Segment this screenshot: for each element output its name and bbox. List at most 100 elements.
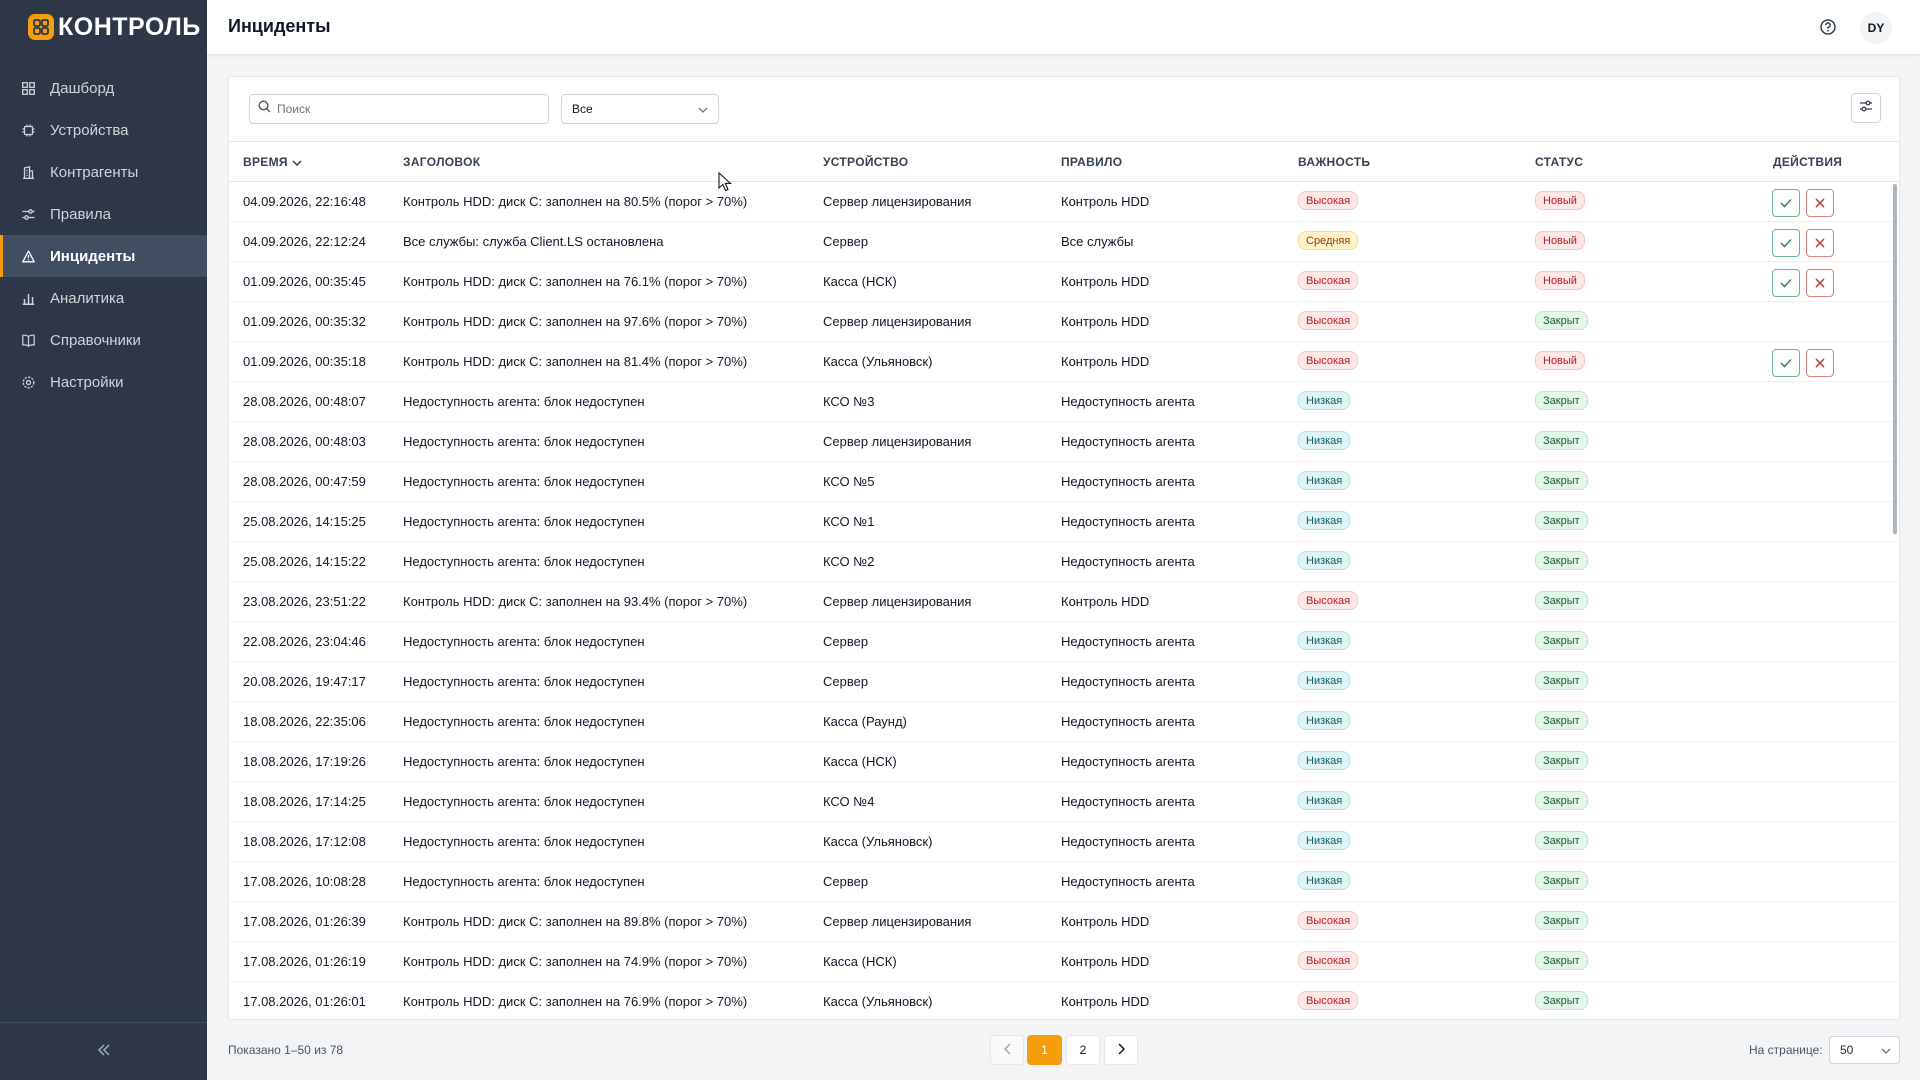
incident-device: Сервер — [823, 634, 869, 649]
search-box[interactable] — [249, 94, 549, 124]
page-2-button[interactable]: 2 — [1066, 1035, 1100, 1065]
status-filter-select[interactable]: Все — [561, 94, 719, 124]
incident-title: Контроль HDD: диск C: заполнен на 93.4% … — [403, 594, 748, 609]
table-row[interactable]: 17.08.2026, 01:26:19 Контроль HDD: диск C… — [229, 942, 1899, 982]
prev-page-button[interactable] — [990, 1035, 1024, 1065]
incident-time: 28.08.2026, 00:48:03 — [243, 434, 366, 449]
table-scrollbar[interactable] — [1893, 184, 1897, 534]
logo-icon — [28, 14, 54, 40]
table-row[interactable]: 01.09.2026, 00:35:32 Контроль HDD: диск C… — [229, 302, 1899, 342]
table-row[interactable]: 25.08.2026, 14:15:25 Недоступность агента… — [229, 502, 1899, 542]
sidebar-item-label: Настройки — [50, 373, 124, 391]
incident-time: 01.09.2026, 00:35:32 — [243, 314, 366, 329]
table-row[interactable]: 18.08.2026, 17:14:25 Недоступность агента… — [229, 782, 1899, 822]
status-badge: Закрыт — [1535, 911, 1588, 930]
severity-badge: Высокая — [1298, 191, 1359, 210]
table-row[interactable]: 22.08.2026, 23:04:46 Недоступность агента… — [229, 622, 1899, 662]
search-input[interactable] — [277, 102, 537, 116]
incident-time: 28.08.2026, 00:48:07 — [243, 394, 366, 409]
table-row[interactable]: 20.08.2026, 19:47:17 Недоступность агента… — [229, 662, 1899, 702]
sidebar-item-4[interactable]: Правила — [0, 193, 207, 235]
user-avatar[interactable]: DY — [1860, 12, 1892, 44]
sliders-icon — [22, 208, 35, 221]
table-row[interactable]: 18.08.2026, 17:12:08 Недоступность агента… — [229, 822, 1899, 862]
severity-badge: Высокая — [1298, 351, 1359, 370]
per-page-select[interactable]: 50 — [1829, 1036, 1900, 1064]
incident-title: Недоступность агента: блок недоступен — [403, 834, 645, 849]
sidebar-item-1[interactable]: Дашборд — [0, 67, 207, 109]
sidebar-item-2[interactable]: Устройства — [0, 109, 207, 151]
incident-rule: Недоступность агента — [1061, 794, 1195, 809]
incident-device: Сервер лицензирования — [823, 314, 972, 329]
severity-badge: Высокая — [1298, 951, 1359, 970]
severity-badge: Низкая — [1298, 511, 1351, 530]
status-badge: Новый — [1535, 271, 1585, 290]
status-badge: Закрыт — [1535, 591, 1588, 610]
sidebar-item-6[interactable]: Аналитика — [0, 277, 207, 319]
table-row[interactable]: 17.08.2026, 01:26:01 Контроль HDD: диск C… — [229, 982, 1899, 1019]
incident-device: Касса (Ульяновск) — [823, 834, 933, 849]
incident-rule: Контроль HDD — [1061, 914, 1150, 929]
incident-time: 04.09.2026, 22:12:24 — [243, 234, 366, 249]
dismiss-incident-button[interactable] — [1806, 189, 1834, 217]
table-row[interactable]: 28.08.2026, 00:48:07 Недоступность агента… — [229, 382, 1899, 422]
resolve-incident-button[interactable] — [1772, 269, 1800, 297]
resolve-incident-button[interactable] — [1772, 229, 1800, 257]
table-row[interactable]: 01.09.2026, 00:35:45 Контроль HDD: диск C… — [229, 262, 1899, 302]
book-icon — [22, 334, 35, 347]
severity-badge: Низкая — [1298, 751, 1351, 770]
table-settings-button[interactable] — [1851, 93, 1881, 123]
severity-badge: Низкая — [1298, 431, 1351, 450]
chevron-right-icon — [1117, 1042, 1125, 1058]
sidebar-item-label: Справочники — [50, 331, 141, 349]
status-badge: Закрыт — [1535, 951, 1588, 970]
table-row[interactable]: 25.08.2026, 14:15:22 Недоступность агента… — [229, 542, 1899, 582]
help-circle-icon[interactable] — [1819, 18, 1837, 36]
close-icon — [1815, 196, 1825, 211]
page-1-button[interactable]: 1 — [1027, 1035, 1062, 1065]
incident-title: Контроль HDD: диск C: заполнен на 74.9% … — [403, 954, 748, 969]
sidebar-item-7[interactable]: Справочники — [0, 319, 207, 361]
status-badge: Закрыт — [1535, 311, 1588, 330]
dismiss-incident-button[interactable] — [1806, 349, 1834, 377]
dismiss-incident-button[interactable] — [1806, 269, 1834, 297]
table-row[interactable]: 18.08.2026, 17:19:26 Недоступность агента… — [229, 742, 1899, 782]
incident-rule: Контроль HDD — [1061, 594, 1150, 609]
dismiss-incident-button[interactable] — [1806, 229, 1834, 257]
table-row[interactable]: 18.08.2026, 22:35:06 Недоступность агента… — [229, 702, 1899, 742]
table-row[interactable]: 17.08.2026, 01:26:39 Контроль HDD: диск C… — [229, 902, 1899, 942]
sidebar-item-label: Дашборд — [50, 79, 115, 97]
table-row[interactable]: 28.08.2026, 00:47:59 Недоступность агента… — [229, 462, 1899, 502]
incident-device: КСО №1 — [823, 514, 875, 529]
per-page-label: На странице: — [1749, 1043, 1823, 1057]
incident-time: 23.08.2026, 23:51:22 — [243, 594, 366, 609]
table-row[interactable]: 17.08.2026, 10:08:28 Недоступность агента… — [229, 862, 1899, 902]
check-icon — [1780, 276, 1792, 291]
table-row[interactable]: 28.08.2026, 00:48:03 Недоступность агента… — [229, 422, 1899, 462]
severity-badge: Низкая — [1298, 631, 1351, 650]
column-header-time[interactable]: ВРЕМЯ — [243, 155, 302, 169]
incident-title: Контроль HDD: диск C: заполнен на 76.9% … — [403, 994, 748, 1009]
incident-device: Касса (Ульяновск) — [823, 354, 933, 369]
incident-time: 01.09.2026, 00:35:45 — [243, 274, 366, 289]
table-row[interactable]: 01.09.2026, 00:35:18 Контроль HDD: диск C… — [229, 342, 1899, 382]
table-row[interactable]: 04.09.2026, 22:12:24 Все службы: служба C… — [229, 222, 1899, 262]
incident-rule: Недоступность агента — [1061, 674, 1195, 689]
resolve-incident-button[interactable] — [1772, 349, 1800, 377]
severity-badge: Высокая — [1298, 991, 1359, 1010]
column-header-title: ЗАГОЛОВОК — [403, 155, 481, 169]
incident-title: Контроль HDD: диск C: заполнен на 80.5% … — [403, 194, 748, 209]
resolve-incident-button[interactable] — [1772, 189, 1800, 217]
sidebar-item-5[interactable]: Инциденты — [0, 235, 207, 277]
logo[interactable]: КОНТРОЛЬ — [0, 0, 207, 54]
status-badge: Закрыт — [1535, 471, 1588, 490]
sidebar-item-8[interactable]: Настройки — [0, 361, 207, 403]
incident-rule: Контроль HDD — [1061, 994, 1150, 1009]
incident-device: КСО №4 — [823, 794, 875, 809]
sidebar-item-3[interactable]: Контрагенты — [0, 151, 207, 193]
table-row[interactable]: 04.09.2026, 22:16:48 Контроль HDD: диск C… — [229, 182, 1899, 222]
collapse-sidebar-button[interactable] — [0, 1022, 207, 1080]
table-row[interactable]: 23.08.2026, 23:51:22 Контроль HDD: диск C… — [229, 582, 1899, 622]
severity-badge: Низкая — [1298, 831, 1351, 850]
next-page-button[interactable] — [1104, 1035, 1138, 1065]
